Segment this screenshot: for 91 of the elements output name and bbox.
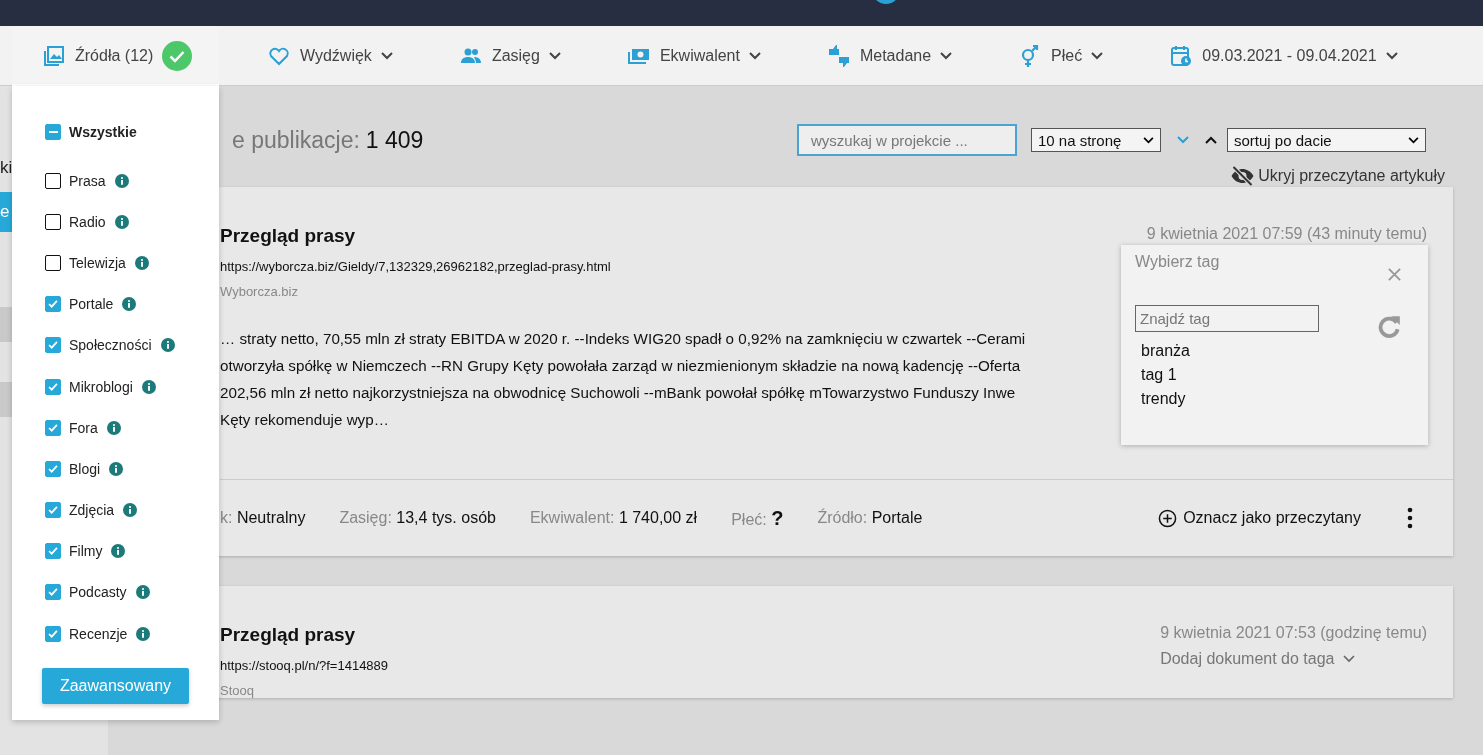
filter-tab[interactable]: Wydźwięk [249,25,411,86]
caret-icon [1408,136,1419,144]
checkbox[interactable] [45,124,61,140]
tag-search-field[interactable]: Znajdź tag [1135,304,1319,332]
minus-icon [48,131,58,133]
info-icon[interactable] [135,585,150,600]
checkbox-label: Prasa [69,172,106,189]
info-icon[interactable] [106,420,121,435]
checkbox-label: Zdjęcia [69,502,115,519]
checkbox[interactable] [45,419,61,436]
checkbox[interactable] [45,584,61,601]
results-label: e publikacje: [232,126,360,153]
article-source: Stooq [220,683,255,698]
check-badge-icon [162,40,193,71]
filter-tab[interactable]: Metadane [808,25,971,86]
article-date: 9 kwietnia 2021 07:59 (43 minuty temu) [1146,225,1427,243]
article-source: Wyborcza.biz [220,284,299,299]
checkbox[interactable] [45,254,61,271]
info-icon[interactable] [136,626,151,641]
info-icon[interactable] [111,544,126,559]
article-date: 9 kwietnia 2021 07:53 (godzinę temu) [1160,624,1427,642]
checkbox[interactable] [45,460,61,477]
article-title[interactable]: Przegląd prasy [220,624,389,646]
article-url[interactable]: https://wyborcza.biz/Gieldy/7,132329,26962182,przeglad-prasy.html [220,259,611,274]
checkbox[interactable] [45,172,61,189]
tag-option[interactable]: trendy [1135,387,1402,411]
chevron-down-icon [1342,655,1355,663]
info-icon[interactable] [134,255,149,270]
per-page-select[interactable]: 10 na stronę [1031,128,1161,152]
info-icon[interactable] [141,379,156,394]
meta-item: Zasięg: 13,4 tys. osób [339,509,496,527]
checkbox[interactable] [45,296,61,313]
filter-tab[interactable]: Płeć [1000,25,1122,86]
article-title[interactable]: Przegląd prasy [220,225,611,247]
checkbox-label: Filmy [69,543,103,560]
checkbox[interactable] [45,378,61,395]
calendar-clock-icon [1169,43,1194,68]
info-icon[interactable] [123,503,138,518]
checkbox-label: Społeczności [69,337,152,354]
checkbox[interactable] [45,502,61,519]
checkbox-label: Radio [69,213,106,230]
chevron-down-icon [380,51,393,60]
checkbox[interactable] [45,543,61,560]
info-icon[interactable] [122,297,137,312]
chevron-down-icon [548,51,561,60]
article-url[interactable]: https://stooq.pl/n/?f=1414889 [220,658,389,673]
chevron-down-icon [1091,51,1104,60]
checkbox[interactable] [45,625,61,642]
refresh-icon[interactable] [1376,313,1402,339]
chevron-down-icon [748,51,761,60]
checkbox-label: Blogi [69,460,101,477]
info-icon[interactable] [160,338,175,353]
checkbox-label: Portale [69,296,114,313]
checkbox-label: Recenzje [69,625,128,642]
sidebar-item[interactable]: ki [0,148,17,188]
results-count: 1 409 [365,126,424,153]
thumbs-icon [826,43,851,68]
tag-option[interactable]: branża [1135,339,1402,363]
checkbox[interactable] [45,213,61,230]
mark-as-read-label: Oznacz jako przeczytany [1183,509,1361,527]
meta-item: Płeć: ? [731,506,784,530]
tag-popup-title: Wybierz tag [1135,253,1220,271]
info-icon[interactable] [109,461,124,476]
add-tag-dropdown[interactable]: Dodaj dokument do taga [1160,650,1427,668]
more-options-icon[interactable] [1407,507,1413,529]
search-field[interactable]: wyszukaj w projekcie ... [797,124,1017,156]
tag-option[interactable]: tag 1 [1135,363,1402,387]
filter-tab[interactable]: Zasięg [440,25,579,86]
checkbox-label: Podcasty [69,584,127,601]
meta-item: Źródło: Portale [817,509,923,527]
hide-read-label: Ukryj przeczytane artykuły [1258,167,1445,185]
images-icon [42,43,66,68]
meta-item: Ekwiwalent: 1 740,00 zł [529,509,698,527]
checkbox-label: Fora [69,419,98,436]
checkbox-label: Wszystkie [69,124,137,140]
checkbox-label: Telewizja [69,254,126,271]
filter-tab[interactable]: Ekwiwalent [608,25,779,86]
filter-tab[interactable]: 09.03.2021 - 09.04.2021 [1151,25,1416,86]
plus-circle-icon [1158,508,1178,528]
checkbox-label: Mikroblogi [69,378,133,395]
info-icon[interactable] [114,173,129,188]
sort-select[interactable]: sortuj po dacie [1227,128,1426,152]
mark-as-read-link[interactable]: Oznacz jako przeczytany [1158,508,1361,528]
caret-icon [1143,136,1154,144]
close-icon[interactable] [1387,267,1402,282]
checkbox[interactable] [45,337,61,354]
chevron-down-icon [1385,51,1398,60]
sort-ascending-icon[interactable] [1205,136,1217,144]
chevron-down-icon [940,51,953,60]
info-icon[interactable] [114,214,129,229]
meta-item: k: Neutralny [220,509,306,527]
